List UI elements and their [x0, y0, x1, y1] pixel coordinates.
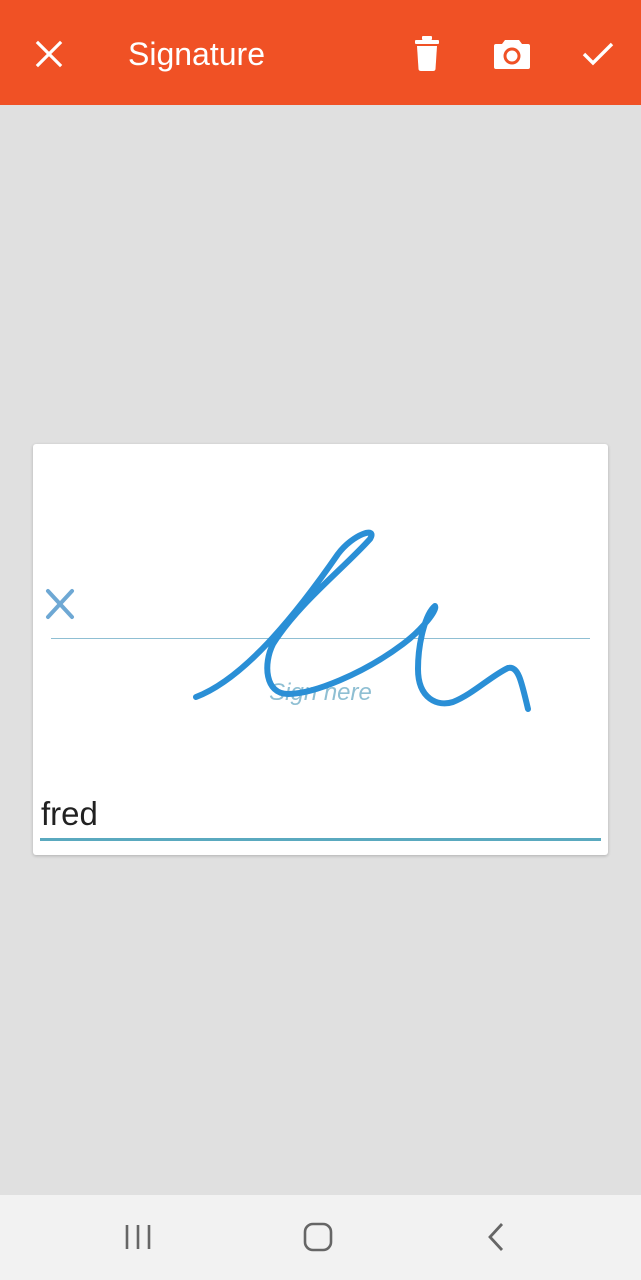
x-mark-icon [46, 589, 74, 619]
signer-name-field[interactable]: fred [41, 794, 98, 834]
name-field-underline [40, 838, 601, 841]
signature-card: Sign here fred [33, 444, 608, 855]
home-button[interactable] [288, 1215, 348, 1259]
signature-baseline [51, 638, 590, 639]
recents-icon [125, 1225, 151, 1249]
app-toolbar: Signature [0, 0, 641, 105]
back-button[interactable] [466, 1215, 526, 1259]
camera-icon [494, 40, 530, 69]
system-nav-bar [0, 1195, 641, 1280]
home-icon [303, 1222, 333, 1252]
sign-here-hint: Sign here [269, 679, 372, 706]
toolbar-title: Signature [128, 36, 265, 72]
signature-drawing[interactable] [33, 444, 608, 855]
camera-button[interactable] [484, 26, 540, 82]
check-icon [582, 42, 614, 66]
recents-button[interactable] [108, 1215, 168, 1259]
confirm-button[interactable] [570, 26, 626, 82]
close-button[interactable] [21, 26, 77, 82]
close-icon [35, 40, 63, 68]
delete-button[interactable] [399, 26, 455, 82]
trash-icon [415, 36, 439, 71]
back-icon [488, 1223, 504, 1251]
